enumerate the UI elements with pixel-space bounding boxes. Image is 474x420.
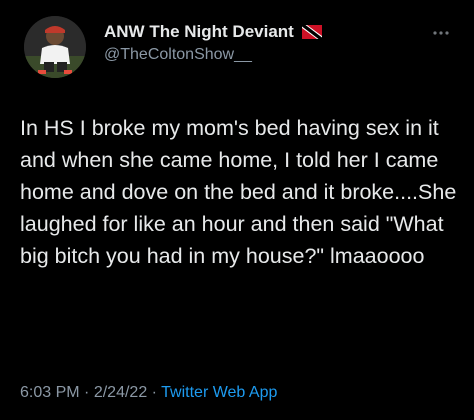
author-handle[interactable]: @TheColtonShow__ [104, 46, 322, 64]
display-name[interactable]: ANW The Night Deviant [104, 22, 294, 42]
tweet-time[interactable]: 6:03 PM [20, 384, 80, 401]
tweet-source-link[interactable]: Twitter Web App [161, 384, 277, 401]
author-names: ANW The Night Deviant @TheColtonShow__ [104, 22, 322, 64]
avatar[interactable] [24, 16, 86, 78]
tweet-date[interactable]: 2/24/22 [94, 384, 147, 401]
avatar-image [24, 16, 86, 78]
display-name-row: ANW The Night Deviant [104, 22, 322, 42]
tweet-meta: 6:03 PM · 2/24/22 · Twitter Web App [20, 384, 277, 402]
tweet-text: In HS I broke my mom's bed having sex in… [20, 116, 463, 268]
meta-separator: · [151, 384, 157, 401]
meta-separator: · [84, 384, 90, 401]
trinidad-and-tobago-flag-icon [301, 25, 322, 39]
more-horizontal-icon[interactable] [432, 24, 450, 38]
tweet-header: ANW The Night Deviant @TheColtonShow__ [18, 14, 456, 86]
